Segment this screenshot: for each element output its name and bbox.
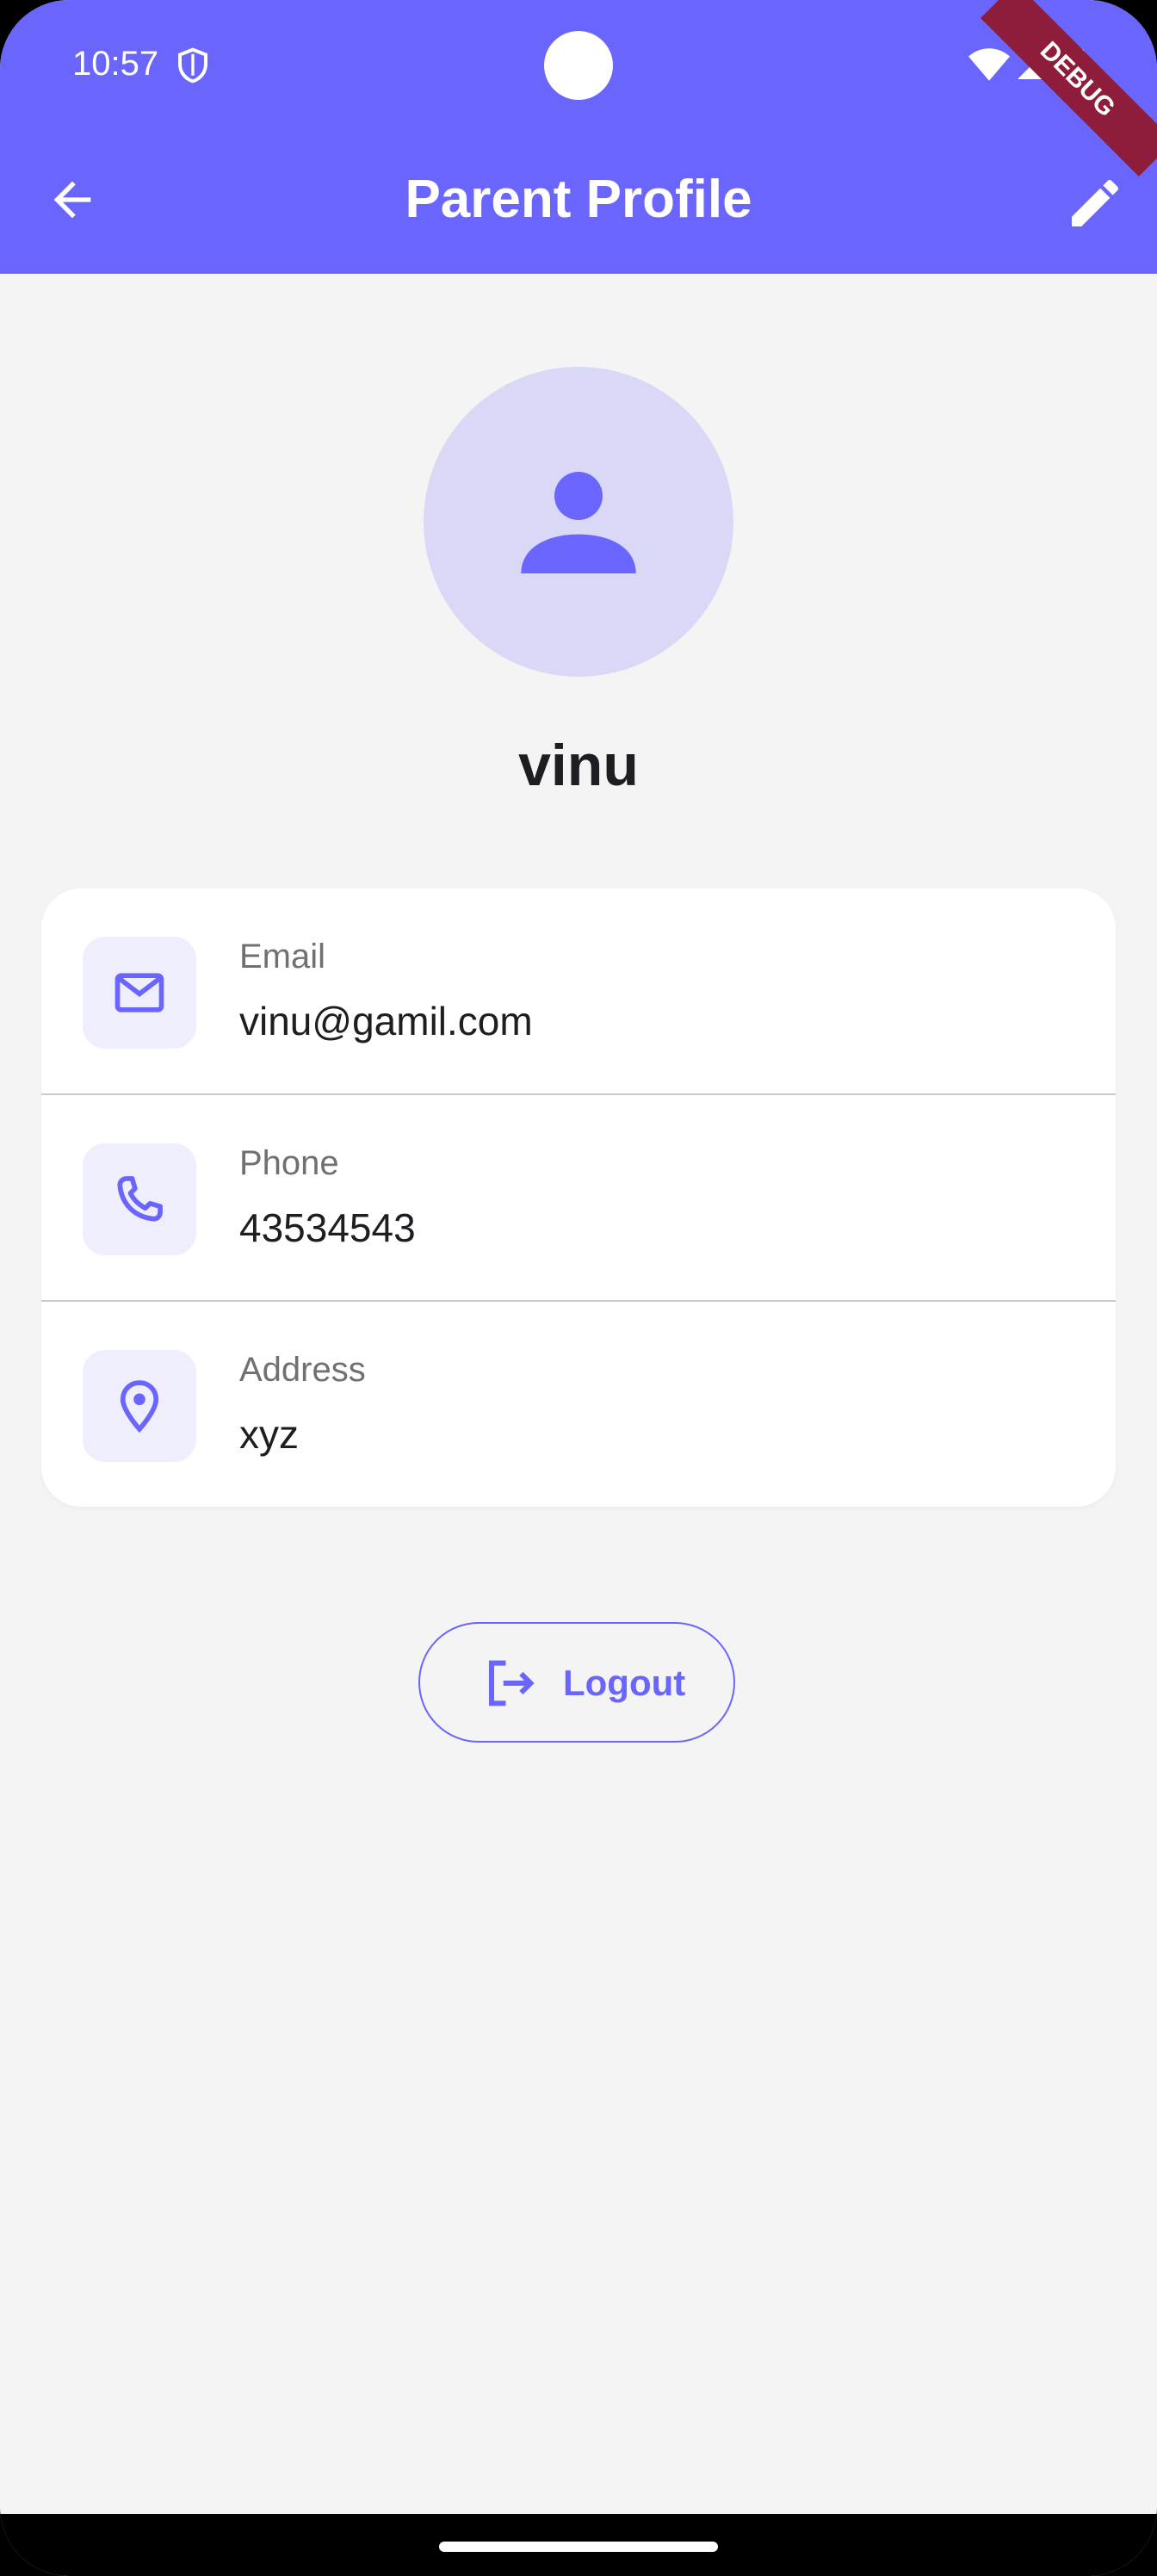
detail-label: Email — [239, 938, 326, 975]
avatar — [424, 367, 733, 677]
logout-icon — [488, 1660, 535, 1706]
wifi-icon — [968, 48, 1010, 81]
logout-label: Logout — [563, 1663, 686, 1703]
page-title: Parent Profile — [405, 170, 752, 229]
detail-value: 43534543 — [239, 1205, 416, 1250]
detail-row-email: Email vinu@gamil.com — [41, 889, 1116, 1095]
person-icon — [521, 472, 636, 573]
detail-value: vinu@gamil.com — [239, 999, 533, 1043]
logout-button[interactable]: Logout — [418, 1622, 735, 1743]
phone-icon — [117, 1176, 163, 1222]
status-time: 10:57 — [72, 45, 159, 83]
phone-icon-box — [83, 1143, 196, 1255]
debug-banner: DEBUG — [980, 0, 1157, 176]
edit-pencil-icon[interactable] — [1064, 172, 1126, 234]
home-indicator[interactable] — [439, 2542, 718, 2552]
camera-cutout — [544, 31, 613, 100]
address-icon-box — [83, 1350, 196, 1462]
email-icon-box — [83, 937, 196, 1049]
detail-value: xyz — [239, 1412, 299, 1457]
location-pin-icon — [120, 1380, 159, 1434]
shield-icon — [178, 47, 207, 84]
app-header: 10:57 DEBUG Parent Profile — [0, 0, 1157, 274]
profile-name: vinu — [518, 733, 639, 798]
mail-icon — [114, 973, 164, 1012]
detail-label: Phone — [239, 1144, 339, 1182]
screen: 10:57 DEBUG Parent Profile vinu Email vi… — [0, 0, 1157, 2576]
detail-label: Address — [239, 1351, 366, 1389]
details-card: Email vinu@gamil.com Phone 43534543 Addr… — [41, 889, 1116, 1507]
detail-row-address: Address xyz — [41, 1302, 1116, 1507]
detail-row-phone: Phone 43534543 — [41, 1095, 1116, 1302]
